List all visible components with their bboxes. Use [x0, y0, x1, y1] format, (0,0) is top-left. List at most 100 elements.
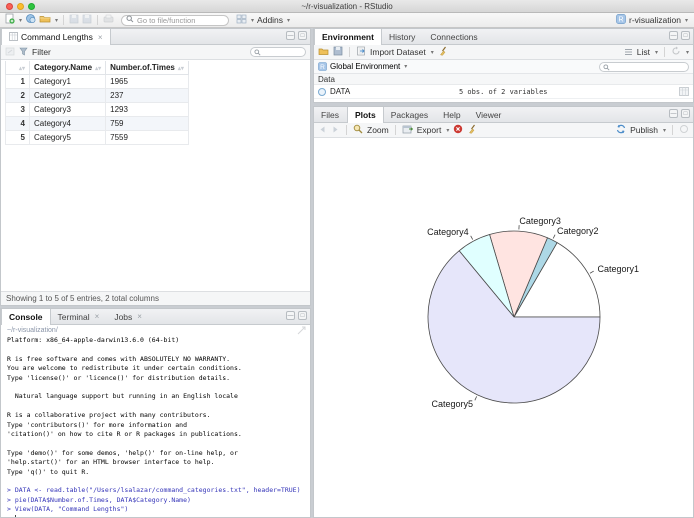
minimize-panel-icon[interactable]: —: [669, 31, 678, 40]
export-plot-button[interactable]: Export: [417, 125, 442, 135]
console-command-line: > DATA <- read.table("/Users/lsalazar/co…: [7, 486, 301, 495]
zoom-plot-button[interactable]: Zoom: [367, 125, 389, 135]
pie-label-tick: [552, 234, 556, 239]
viewer-search-input[interactable]: [250, 47, 306, 57]
save-workspace-icon[interactable]: [333, 43, 343, 61]
filter-button[interactable]: Filter: [32, 47, 51, 57]
column-header-category-name[interactable]: Category.Name ▴▾: [28, 61, 107, 75]
tab-history[interactable]: History: [382, 29, 423, 44]
save-icon[interactable]: [69, 11, 79, 29]
clear-environment-broom-icon[interactable]: [438, 43, 448, 61]
console-prompt[interactable]: >: [7, 514, 310, 517]
publish-button[interactable]: Publish: [630, 125, 658, 135]
plots-tab-label: Plots: [354, 110, 376, 120]
refresh-plot-icon[interactable]: [679, 121, 689, 139]
tab-help[interactable]: Help: [436, 107, 468, 122]
publish-caret[interactable]: ▾: [663, 127, 666, 134]
goto-file-input[interactable]: Go to file/function: [121, 14, 230, 26]
new-project-icon[interactable]: [25, 11, 36, 29]
console-output-line: Natural language support but running in …: [7, 392, 238, 401]
maximize-panel-icon[interactable]: □: [298, 311, 307, 320]
search-icon: [603, 58, 610, 76]
data-object-icon[interactable]: [318, 87, 326, 96]
scope-selector[interactable]: Global Environment: [330, 62, 400, 71]
minimize-panel-icon[interactable]: —: [286, 311, 295, 320]
minimize-panel-icon[interactable]: —: [669, 109, 678, 118]
data-section-label: Data: [318, 74, 335, 84]
environment-tabbar: Environment History Connections — □: [314, 29, 693, 45]
list-view-button[interactable]: List: [637, 47, 650, 57]
project-menu[interactable]: R r-visualization ▾: [616, 14, 690, 26]
column-header-number-of-times[interactable]: Number.of.Times ▴▾: [105, 61, 189, 75]
refresh-caret[interactable]: ▾: [686, 49, 689, 56]
console-output-line: 'citation()' on how to cite R or R packa…: [7, 430, 242, 439]
panes-icon[interactable]: [236, 11, 247, 29]
toolbar-separator: [63, 15, 65, 25]
close-icon[interactable]: ×: [98, 33, 103, 42]
zoom-window-button[interactable]: [28, 3, 35, 10]
tab-jobs[interactable]: Jobs ×: [107, 309, 150, 324]
new-file-caret[interactable]: ▾: [19, 17, 22, 24]
r-environment-icon: R: [318, 58, 327, 76]
scope-caret[interactable]: ▾: [404, 63, 407, 70]
table-row: 4 Category4 759: [5, 116, 189, 131]
right-column: Environment History Connections — □ Impo…: [313, 28, 694, 518]
row-number-header[interactable]: ▴▾: [5, 61, 30, 75]
svg-text:R: R: [320, 64, 325, 71]
environment-tab-label: Environment: [322, 32, 374, 42]
toolbar-separator: [349, 47, 350, 57]
console-output-line: 'help.start()' for an HTML browser inter…: [7, 458, 215, 467]
environment-search-input[interactable]: [599, 61, 689, 72]
plots-panel: Files Plots Packages Help Viewer — □ Zoo…: [313, 106, 694, 518]
close-icon[interactable]: ×: [137, 312, 142, 321]
tab-viewer[interactable]: Viewer: [469, 107, 510, 122]
filter-icon[interactable]: [19, 43, 28, 61]
tab-console[interactable]: Console: [1, 309, 51, 325]
close-window-button[interactable]: [6, 3, 13, 10]
import-dataset-button[interactable]: Import Dataset: [370, 47, 426, 57]
back-plot-icon[interactable]: [318, 121, 327, 139]
new-file-icon[interactable]: [4, 11, 15, 29]
view-table-icon[interactable]: [679, 83, 689, 101]
close-icon[interactable]: ×: [95, 312, 100, 321]
tab-plots[interactable]: Plots: [346, 107, 384, 123]
list-view-icon: [624, 43, 633, 61]
print-icon[interactable]: [103, 11, 114, 29]
console-output[interactable]: Platform: x86_64-apple-darwin13.6.0 (64-…: [1, 335, 310, 517]
pie-label-tick: [589, 270, 594, 274]
addins-caret[interactable]: ▾: [287, 17, 290, 24]
tab-connections[interactable]: Connections: [423, 29, 485, 44]
tab-command-lengths[interactable]: Command Lengths ×: [1, 29, 111, 45]
console-popout-icon[interactable]: [297, 326, 306, 337]
tab-environment[interactable]: Environment: [314, 29, 382, 45]
open-file-caret[interactable]: ▾: [55, 17, 58, 24]
minimize-panel-icon[interactable]: —: [286, 31, 295, 40]
maximize-panel-icon[interactable]: □: [298, 31, 307, 40]
table-cell: Category3: [28, 102, 107, 117]
remove-plot-icon[interactable]: [453, 121, 463, 139]
publish-icon: [616, 121, 626, 139]
save-all-icon[interactable]: [82, 11, 92, 29]
export-plot-caret[interactable]: ▾: [446, 127, 449, 134]
forward-plot-icon[interactable]: [331, 121, 340, 139]
refresh-icon[interactable]: [671, 43, 681, 61]
toolbar-separator: [394, 125, 396, 135]
open-file-icon[interactable]: [39, 11, 51, 29]
panes-caret[interactable]: ▾: [251, 17, 254, 24]
tab-packages[interactable]: Packages: [384, 107, 436, 122]
maximize-panel-icon[interactable]: □: [681, 31, 690, 40]
environment-object-row[interactable]: DATA 5 obs. of 2 variables: [314, 85, 693, 99]
clear-plots-broom-icon[interactable]: [467, 121, 477, 139]
addins-menu[interactable]: Addins: [257, 15, 283, 25]
viewer-body: ▴▾ Category.Name ▴▾ Number.of.Times ▴▾ 1 Ca…: [1, 60, 310, 291]
tab-terminal[interactable]: Terminal ×: [51, 309, 108, 324]
tab-files[interactable]: Files: [314, 107, 347, 122]
popout-icon[interactable]: [5, 43, 15, 61]
window-title: ~/r-visualization - RStudio: [301, 1, 393, 11]
viewer-tab-label: Command Lengths: [21, 32, 93, 42]
list-view-caret[interactable]: ▾: [655, 49, 658, 56]
main-toolbar: ▾ ▾ Go to file/function ▾ Addins ▾ R r-v…: [0, 13, 694, 28]
maximize-panel-icon[interactable]: □: [681, 109, 690, 118]
import-dataset-caret[interactable]: ▾: [431, 49, 434, 56]
minimize-window-button[interactable]: [17, 3, 24, 10]
